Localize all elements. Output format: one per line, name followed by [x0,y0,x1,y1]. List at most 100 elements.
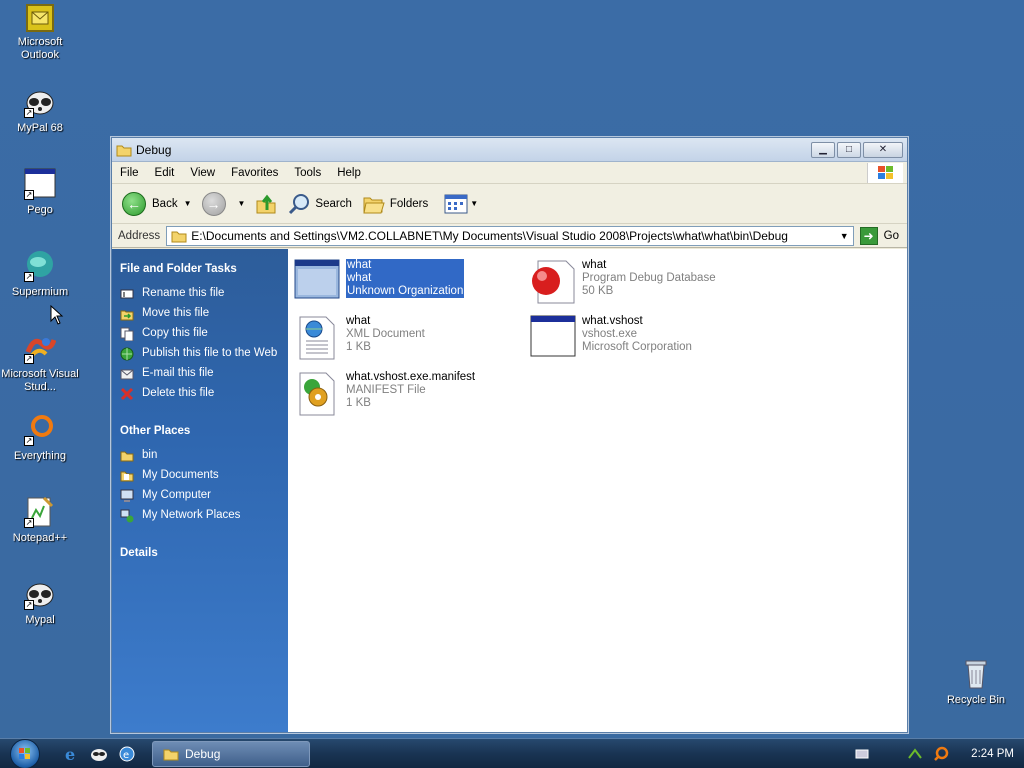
windows-logo-icon [867,163,903,183]
recycle-bin-icon [960,658,992,690]
place-network[interactable]: My Network Places [120,509,280,523]
minimize-button[interactable]: ▁ [811,141,835,158]
desktop-icon-label: Microsoft Visual Stud... [1,368,79,393]
network-icon[interactable] [907,746,923,762]
copy-icon [120,327,134,341]
forward-button[interactable]: → ▼ [201,191,246,216]
place-bin[interactable]: bin [120,449,280,463]
details-title[interactable]: Details [120,547,280,559]
menu-tools[interactable]: Tools [286,167,329,179]
chevron-down-icon[interactable]: ▼ [238,199,246,208]
place-my-documents[interactable]: My Documents [120,469,280,483]
desktop-icon-notepadpp[interactable]: ↗ Notepad++ [0,496,80,545]
chevron-down-icon[interactable]: ▼ [470,199,478,208]
file-type: what [347,272,372,284]
go-label: Go [883,229,899,242]
desktop-icon-label: Everything [14,450,66,462]
my-computer-icon [120,489,134,502]
shortcut-arrow-icon: ↗ [24,108,34,118]
up-folder-button[interactable] [255,193,277,215]
start-button[interactable] [10,738,40,768]
file-type: XML Document [346,328,425,340]
up-folder-icon [256,194,276,213]
file-item[interactable]: what XML Document 1 KB [294,315,425,361]
folders-button[interactable]: Folders [362,193,428,215]
shortcut-arrow-icon: ↗ [24,272,34,282]
file-item[interactable]: what.vshost vshost.exe Microsoft Corpora… [530,315,692,361]
close-button[interactable]: ✕ [863,141,903,158]
file-name: what [346,315,371,327]
search-icon [289,193,310,214]
address-path: E:\Documents and Settings\VM2.COLLABNET\… [191,228,788,243]
other-places-title[interactable]: Other Places [120,425,280,437]
raccoon-icon[interactable] [90,745,108,763]
browser-icon[interactable]: e [118,745,136,763]
address-input[interactable]: E:\Documents and Settings\VM2.COLLABNET\… [166,225,854,246]
file-folder-tasks-title[interactable]: File and Folder Tasks [120,263,280,275]
move-icon [120,310,134,321]
file-detail: Unknown Organization [347,285,464,297]
task-label: Publish this file to the Web [142,347,278,359]
task-rename[interactable]: Rename this file [120,287,280,301]
search-ring-icon[interactable] [933,746,949,762]
desktop-icon-mypal68[interactable]: ↗ MyPal 68 [0,86,80,135]
explorer-window[interactable]: Debug ▁ □ ✕ File Edit View Favorites Too… [111,137,908,733]
back-button[interactable]: ← Back ▼ [122,191,192,216]
desktop-icon-recycle-bin[interactable]: Recycle Bin [936,658,1016,707]
menu-help[interactable]: Help [329,167,369,179]
shortcut-arrow-icon: ↗ [24,600,34,610]
place-my-computer[interactable]: My Computer [120,489,280,503]
network-places-icon [120,509,134,523]
file-type: Program Debug Database [582,272,716,284]
back-label: Back [152,197,178,210]
title-bar[interactable]: Debug ▁ □ ✕ [112,138,907,162]
views-icon [444,194,468,213]
task-email[interactable]: E-mail this file [120,367,280,381]
folders-icon [363,197,385,213]
keyboard-icon[interactable] [855,748,869,760]
file-item[interactable]: what.vshost.exe.manifest MANIFEST File 1… [294,371,475,417]
task-publish[interactable]: Publish this file to the Web [120,347,280,361]
taskbar-item-debug[interactable]: Debug [152,740,310,767]
taskbar: e e Debug 2:24 PM [0,738,1024,768]
internet-explorer-icon[interactable]: e [62,745,80,763]
task-delete[interactable]: Delete this file [120,387,280,401]
task-pane: File and Folder Tasks Rename this file M… [112,249,288,732]
desktop-icon-label: MyPal 68 [17,122,63,134]
desktop-icon-label: Recycle Bin [946,694,1006,706]
desktop-icon-everything[interactable]: ↗ Everything [0,414,80,463]
folder-icon [163,749,179,760]
file-item[interactable]: what what Unknown Organization [294,259,465,305]
task-copy[interactable]: Copy this file [120,327,280,341]
menu-favorites[interactable]: Favorites [223,167,286,179]
desktop-icon-outlook[interactable]: Microsoft Outlook [0,4,80,62]
menu-file[interactable]: File [112,167,147,179]
desktop-icon-supermium[interactable]: ↗ Supermium [0,250,80,299]
views-button[interactable]: ▼ [444,194,478,214]
task-label: E-mail this file [142,367,214,379]
place-label: My Network Places [142,509,241,521]
desktop-icon-pego[interactable]: ↗ Pego [0,168,80,217]
chevron-down-icon[interactable]: ▼ [184,199,192,208]
file-detail: 1 KB [346,341,371,353]
desktop-icon-mypal[interactable]: ↗ Mypal [0,578,80,627]
menu-edit[interactable]: Edit [147,167,183,179]
svg-text:e: e [123,750,129,761]
taskbar-item-label: Debug [185,746,221,761]
shortcut-arrow-icon: ↗ [24,436,34,446]
menu-view[interactable]: View [182,167,223,179]
pdb-icon [530,259,576,305]
exe-window-icon [530,315,576,361]
task-move[interactable]: Move this file [120,307,280,321]
go-button[interactable]: ➜ Go [859,226,899,245]
task-label: Delete this file [142,387,215,399]
place-label: My Documents [142,469,219,481]
clock[interactable]: 2:24 PM [971,748,1014,760]
search-button[interactable]: Search [287,192,352,216]
maximize-button[interactable]: □ [837,141,861,158]
chevron-down-icon[interactable]: ▼ [836,231,853,241]
email-icon [120,369,134,380]
file-item[interactable]: what Program Debug Database 50 KB [530,259,716,305]
desktop-icon-visual-studio[interactable]: ↗ Microsoft Visual Stud... [0,332,80,394]
publish-icon [120,347,134,361]
